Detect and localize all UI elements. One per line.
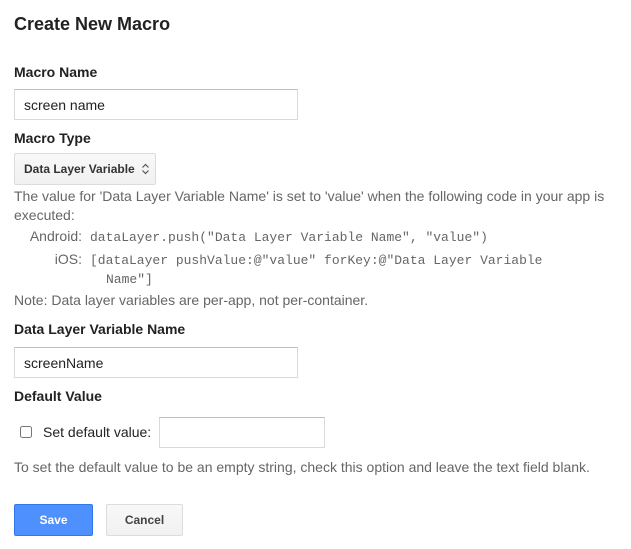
macro-name-label: Macro Name	[14, 64, 98, 80]
description-intro-line-2: executed:	[14, 207, 75, 223]
set-default-value-checkbox[interactable]	[20, 426, 32, 438]
ios-code-line-2: Name"]	[106, 272, 153, 287]
ios-label: iOS:	[54, 251, 82, 267]
page-title: Create New Macro	[14, 14, 171, 34]
macro-name-input[interactable]	[14, 89, 298, 120]
android-code: dataLayer.push("Data Layer Variable Name…	[90, 230, 488, 245]
default-value-input[interactable]	[159, 417, 325, 448]
android-label: Android:	[29, 228, 82, 244]
macro-type-select[interactable]: Data Layer Variable	[14, 153, 156, 185]
cancel-button[interactable]: Cancel	[106, 504, 183, 536]
per-app-note: Note: Data layer variables are per-app, …	[14, 292, 369, 308]
default-value-hint: To set the default value to be an empty …	[14, 459, 590, 475]
set-default-value-label: Set default value:	[43, 424, 152, 440]
variable-name-input[interactable]	[14, 347, 298, 378]
description-intro-line-1: The value for 'Data Layer Variable Name'…	[14, 188, 605, 204]
select-arrows-icon	[142, 163, 149, 175]
default-value-label: Default Value	[14, 388, 102, 404]
macro-type-selected-value: Data Layer Variable	[24, 162, 135, 176]
macro-type-label: Macro Type	[14, 130, 91, 146]
ios-code-line-1: [dataLayer pushValue:@"value" forKey:@"D…	[90, 253, 543, 268]
save-button[interactable]: Save	[14, 504, 93, 536]
variable-name-label: Data Layer Variable Name	[14, 321, 186, 337]
